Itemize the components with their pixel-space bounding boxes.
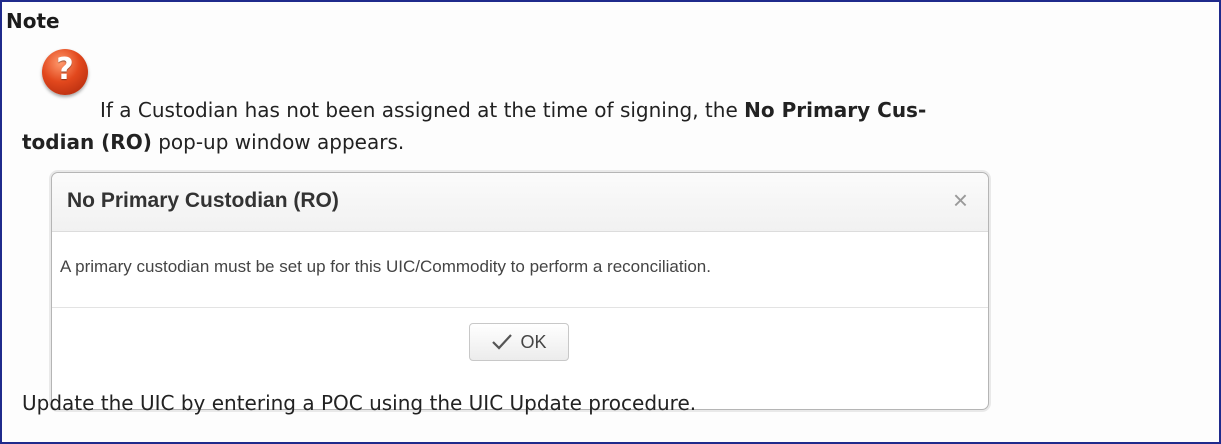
checkmark-icon [492,334,513,350]
dialog-header: No Primary Custodian (RO) × [52,173,988,232]
note-bold-line1: No Primary Cus- [744,98,927,122]
dialog-title: No Primary Custodian (RO) [67,189,339,212]
close-icon[interactable]: × [953,185,968,216]
ok-button-label: OK [520,331,547,352]
note-title: Note [6,9,60,33]
note-box: Note ? If a Custodian has not been assig… [0,0,1221,444]
note-text-after: pop-up window appears. [151,130,405,154]
no-primary-custodian-dialog: No Primary Custodian (RO) × A primary cu… [51,172,989,410]
help-question-icon: ? [42,49,88,95]
note-paragraph: If a Custodian has not been assigned at … [22,94,1162,158]
dialog-message: A primary custodian must be set up for t… [60,257,711,276]
footer-text: Update the UIC by entering a POC using t… [22,391,697,415]
note-text-before: If a Custodian has not been assigned at … [100,98,745,122]
note-bold-line2: todian (RO) [22,130,152,154]
ok-button[interactable]: OK [469,323,569,361]
dialog-body: A primary custodian must be set up for t… [52,232,988,308]
